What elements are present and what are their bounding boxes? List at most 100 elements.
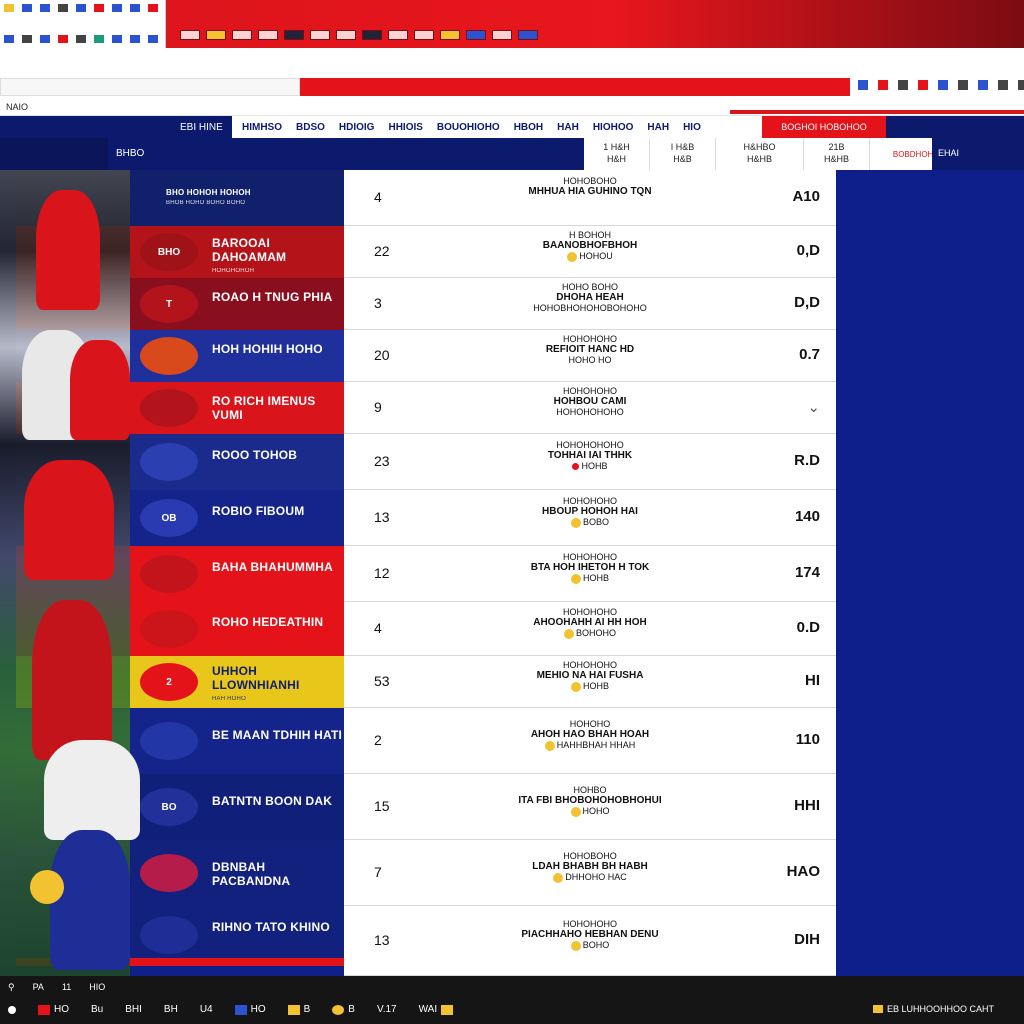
match-detail-text: BOHOHO [575, 628, 616, 638]
extension-icon[interactable] [898, 80, 908, 90]
app-icon[interactable] [22, 4, 32, 12]
taskbar-item[interactable]: B [332, 1004, 355, 1015]
tab[interactable] [232, 30, 252, 40]
app-icon[interactable] [130, 4, 140, 12]
tab[interactable] [388, 30, 408, 40]
tab-filter-1[interactable]: 1 H&H H&H [584, 138, 650, 170]
subheader-right-label[interactable]: EHAI [932, 138, 1024, 170]
tab[interactable] [258, 30, 278, 40]
nav-cta-button[interactable]: BOGHOI HOBOHOO [762, 116, 886, 138]
app-icon[interactable] [40, 35, 50, 43]
team-name: ROHO HEDEATHIN [212, 615, 324, 629]
app-icon[interactable] [112, 35, 122, 43]
match-meta: HOHOHOHO [563, 334, 617, 344]
match-row[interactable]: 20 HOHOHOHO REFIOIT HANC HD HOHO HO 0.7 [344, 330, 836, 382]
match-row[interactable]: 13 HOHOHOHO PIACHHAHO HEBHAN DENU BOHO DIH [344, 906, 836, 976]
nav-link[interactable]: HIO [683, 122, 701, 133]
match-row[interactable]: 7 HOHOBOHO LDAH BHABH BH HABH DHHOHO HAC HAO [344, 840, 836, 906]
app-icon[interactable] [58, 4, 68, 12]
app-icon[interactable] [148, 4, 158, 12]
tab[interactable] [440, 30, 460, 40]
match-row[interactable]: 2 HOHOHO AHOH HAO BHAH HOAH HAHHBHAH HHAH 11… [344, 708, 836, 774]
nav-link[interactable]: HAH [647, 122, 669, 133]
app-icon[interactable] [148, 35, 158, 43]
extension-icon[interactable] [978, 80, 988, 90]
app-icon[interactable] [4, 4, 14, 12]
app-icon[interactable] [94, 4, 104, 12]
tab-filter-4[interactable]: 21B H&HB [804, 138, 870, 170]
extension-icon[interactable] [858, 80, 868, 90]
match-row[interactable]: 13 HOHOHOHO HBOUP HOHOH HAI BOBO 140 [344, 490, 836, 546]
app-icon[interactable] [40, 4, 50, 12]
extension-icon[interactable] [938, 80, 948, 90]
match-row[interactable]: 3 HOHO BOHO DHOHA HEAH HOHOBHOHOHOBOHOHO D,D [344, 278, 836, 330]
taskbar-item[interactable]: WAI [419, 1004, 454, 1015]
tab[interactable] [492, 30, 512, 40]
app-icon[interactable] [22, 35, 32, 43]
chevron-down-icon[interactable]: ⌄ [807, 398, 820, 416]
app-icon[interactable] [4, 35, 14, 43]
taskbar-item[interactable] [8, 1005, 16, 1014]
tab[interactable] [466, 30, 486, 40]
taskbar-item[interactable]: BHI [125, 1004, 142, 1015]
taskbar-item[interactable]: BH [164, 1004, 178, 1015]
taskbar-item[interactable]: U4 [200, 1004, 213, 1015]
menu-label[interactable]: NAIO [6, 102, 28, 112]
app-icon[interactable] [130, 35, 140, 43]
player-image [36, 190, 100, 310]
tab-line: H&HB [746, 154, 772, 164]
match-row[interactable]: 9 HOHOHOHO HOHBOU CAMI HOHOHOHOHO ⌄ [344, 382, 836, 434]
tab-filter-2[interactable]: I H&B H&B [650, 138, 716, 170]
taskbar-item[interactable]: V.17 [377, 1004, 397, 1015]
tab-filter-3[interactable]: H&HBO H&HB [716, 138, 804, 170]
tab[interactable] [180, 30, 200, 40]
tab[interactable] [310, 30, 330, 40]
app-icon[interactable] [58, 35, 68, 43]
match-info: HOHOBOHO LDAH BHABH BH HABH DHHOHO HAC [440, 851, 740, 883]
taskbar-item[interactable]: HO [38, 1004, 69, 1015]
extension-icon[interactable] [878, 80, 888, 90]
match-row[interactable]: 15 HOHBO ITA FBI BHOBOHOHOBHOHUI HOHO HHI [344, 774, 836, 840]
tab[interactable] [284, 30, 304, 40]
tab[interactable] [206, 30, 226, 40]
app-icon[interactable] [76, 4, 86, 12]
nav-link[interactable]: HBOH [514, 122, 543, 133]
match-row[interactable]: 53 HOHOHOHO MEHIO NA HAI FUSHA HOHB HI [344, 656, 836, 708]
taskbar-item[interactable]: HO [234, 1004, 266, 1015]
menu-icon[interactable] [1018, 80, 1024, 90]
app-icon[interactable] [112, 4, 122, 12]
search-icon[interactable]: ⚲ [8, 982, 15, 993]
tab[interactable] [362, 30, 382, 40]
match-row[interactable]: 22 H BOHOH BAANOBHOFBHOH HOHOU 0,D [344, 226, 836, 278]
nav-link[interactable]: HHIOIS [388, 122, 422, 133]
match-row[interactable]: 4 HOHOBOHO MHHUA HIA GUHINO TQN A10 [344, 170, 836, 226]
address-input[interactable] [0, 78, 300, 96]
app-icon[interactable] [76, 35, 86, 43]
match-row[interactable]: 4 HOHOHOHO AHOOHAHH AI HH HOH BOHOHO 0.D [344, 602, 836, 656]
nav-link[interactable]: BOUOHIOHO [437, 122, 500, 133]
nav-link[interactable]: HAH [557, 122, 579, 133]
match-row[interactable]: 12 HOHOHOHO BTA HOH IHETOH H TOK HOHB 174 [344, 546, 836, 602]
app-icon[interactable] [94, 35, 104, 43]
taskbar-item[interactable]: B [287, 1004, 310, 1015]
nav-link[interactable]: HIOHOO [593, 122, 634, 133]
taskbar-status[interactable]: EB LUHHOOHHOO CAHT [872, 1004, 994, 1014]
extension-icon[interactable] [998, 80, 1008, 90]
match-row[interactable]: 23 HOHOHOHOHO TOHHAI IAI THHK HOHB R.D [344, 434, 836, 490]
extension-icon[interactable] [918, 80, 928, 90]
nav-home-link[interactable]: EBI HINE [0, 122, 232, 133]
taskbar-item[interactable]: Bu [91, 1004, 103, 1015]
taskbar-item[interactable]: HIO [89, 982, 105, 993]
nav-link[interactable]: HIMHSO [242, 122, 282, 133]
taskbar-label: WAI [418, 1004, 438, 1015]
nav-link[interactable]: HDIOIG [339, 122, 375, 133]
tab[interactable] [414, 30, 434, 40]
tab[interactable] [518, 30, 538, 40]
extension-icon[interactable] [958, 80, 968, 90]
tab[interactable] [336, 30, 356, 40]
nav-link[interactable]: BDSO [296, 122, 325, 133]
tab-line: H&H [606, 154, 626, 164]
match-score: 0.D [796, 619, 820, 636]
taskbar-item[interactable]: 11 [62, 982, 71, 993]
taskbar-item[interactable]: PA [33, 982, 44, 993]
